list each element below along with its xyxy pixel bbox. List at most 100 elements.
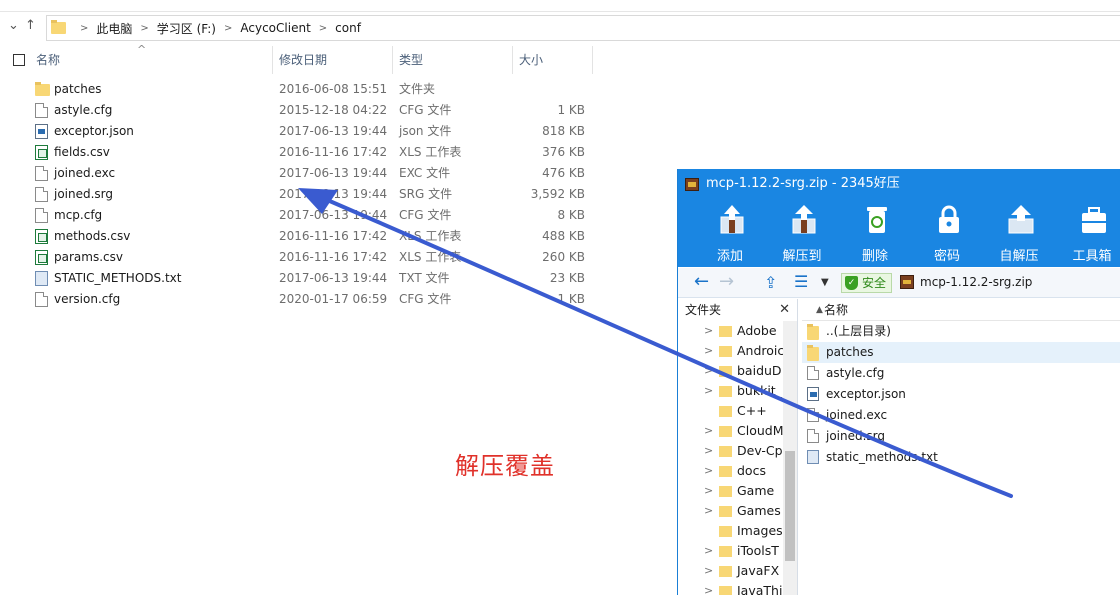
chevron-right-icon[interactable]: > [704, 481, 713, 501]
tree-item[interactable]: > baiduD [678, 361, 797, 381]
select-all-checkbox[interactable] [13, 54, 25, 66]
breadcrumb-acycoclient[interactable]: AcycoClient [240, 21, 310, 35]
password-button[interactable]: 密码 [917, 199, 977, 267]
chevron-right-icon[interactable]: > [704, 501, 713, 521]
column-date[interactable]: 修改日期 [273, 46, 393, 74]
tree-item[interactable]: > Game [678, 481, 797, 501]
tree-item[interactable]: > Games [678, 501, 797, 521]
file-size: 376 KB [542, 145, 585, 159]
up-arrow-icon[interactable]: ↑ [25, 18, 36, 33]
chevron-right-icon[interactable]: > [704, 381, 713, 401]
archive-row[interactable]: patches [802, 342, 1120, 363]
forward-arrow-icon[interactable]: → [719, 271, 734, 292]
column-type[interactable]: 类型 [393, 46, 513, 74]
file-row[interactable]: astyle.cfg 2015-12-18 04:22 CFG 文件 1 KB [30, 100, 600, 121]
chevron-down-icon[interactable]: ⌄ [8, 18, 19, 33]
file-row[interactable]: STATIC_METHODS.txt 2017-06-13 19:44 TXT … [30, 268, 600, 289]
self-extract-button[interactable]: 自解压 [989, 199, 1049, 267]
zip-app-icon [685, 178, 699, 191]
tree-item[interactable]: > CloudM [678, 421, 797, 441]
tree-scrollbar[interactable] [783, 321, 797, 595]
tree-item[interactable]: Images [678, 521, 797, 541]
chevron-right-icon[interactable]: > [704, 421, 713, 441]
chevron-right-icon[interactable]: > [704, 341, 713, 361]
add-archive-icon [720, 205, 744, 234]
delete-button[interactable]: 删除 [845, 199, 905, 267]
file-type: XLS 工作表 [399, 145, 462, 159]
zip-path-field[interactable]: mcp-1.12.2-srg.zip [920, 275, 1032, 289]
view-dropdown-icon[interactable]: ▼ [821, 277, 829, 288]
extract-to-button[interactable]: 解压到 [772, 199, 832, 267]
document-icon [807, 366, 819, 380]
toolbox-button[interactable]: 工具箱 [1062, 199, 1120, 267]
file-row[interactable]: mcp.cfg 2017-06-13 19:44 CFG 文件 8 KB [30, 205, 600, 226]
file-row[interactable]: joined.exc 2017-06-13 19:44 EXC 文件 476 K… [30, 163, 600, 184]
archive-row[interactable]: joined.exc [802, 405, 1120, 426]
file-size: 23 KB [549, 271, 585, 285]
zip-title-bar[interactable]: mcp-1.12.2-srg.zip - 2345好压 [678, 169, 1120, 199]
folder-icon [719, 366, 732, 377]
breadcrumb-drive[interactable]: 学习区 (F:) [157, 20, 216, 37]
file-date: 2020-01-17 06:59 [279, 292, 388, 306]
file-row[interactable]: version.cfg 2020-01-17 06:59 CFG 文件 1 KB [30, 289, 600, 310]
close-icon[interactable]: ✕ [779, 299, 790, 321]
zip-window: mcp-1.12.2-srg.zip - 2345好压 添加 解压到 删除 密码… [677, 169, 1120, 595]
archive-row[interactable]: astyle.cfg [802, 363, 1120, 384]
safety-badge[interactable]: ✓ 安全 [841, 273, 893, 293]
spreadsheet-icon [35, 145, 48, 160]
up-folder-icon[interactable]: ⇪ [764, 273, 777, 292]
add-button[interactable]: 添加 [700, 199, 760, 267]
tree-item[interactable]: > iToolsT [678, 541, 797, 561]
file-row[interactable]: patches 2016-06-08 15:51 文件夹 [30, 79, 600, 100]
breadcrumb-this-pc[interactable]: 此电脑 [96, 20, 132, 37]
chevron-right-icon[interactable]: > [704, 541, 713, 561]
file-type: SRG 文件 [399, 187, 453, 201]
tree-item[interactable]: > Androic [678, 341, 797, 361]
archive-row[interactable]: joined.srg [802, 426, 1120, 447]
folder-icon [719, 586, 732, 595]
chevron-right-icon[interactable]: > [704, 581, 713, 595]
tree-item[interactable]: > Adobe [678, 321, 797, 341]
chevron-right-icon: > [318, 22, 328, 34]
address-bar[interactable]: > 此电脑 > 学习区 (F:) > AcycoClient > conf [46, 15, 1120, 41]
scrollbar-thumb[interactable] [785, 451, 795, 561]
column-name[interactable]: 名称 [30, 46, 273, 74]
folder-icon [719, 446, 732, 457]
column-size[interactable]: 大小 [513, 46, 593, 74]
folder-icon [719, 486, 732, 497]
archive-row[interactable]: exceptor.json [802, 384, 1120, 405]
archive-row[interactable]: static_methods.txt [802, 447, 1120, 468]
archive-row-parent[interactable]: ..(上层目录) [802, 321, 1120, 342]
tree-item[interactable]: > Dev-Cp [678, 441, 797, 461]
file-row[interactable]: fields.csv 2016-11-16 17:42 XLS 工作表 376 … [30, 142, 600, 163]
tree-item[interactable]: > JavaThi [678, 581, 797, 595]
chevron-right-icon[interactable]: > [704, 441, 713, 461]
file-size: 476 KB [542, 166, 585, 180]
chevron-right-icon[interactable]: > [704, 361, 713, 381]
folder-icon [719, 526, 732, 537]
tree-item[interactable]: C++ [678, 401, 797, 421]
tree-item[interactable]: > bukkit_ [678, 381, 797, 401]
file-type: EXC 文件 [399, 166, 451, 180]
view-list-icon[interactable]: ☰ [794, 272, 808, 291]
tree-item[interactable]: > JavaFX [678, 561, 797, 581]
chevron-right-icon[interactable]: > [704, 461, 713, 481]
breadcrumb-conf[interactable]: conf [335, 21, 361, 35]
document-icon [35, 208, 48, 223]
folder-icon [35, 82, 50, 96]
archive-column-header[interactable]: ▲ 名称 [802, 299, 1120, 321]
back-arrow-icon[interactable]: ← [694, 271, 709, 292]
text-file-icon [35, 271, 48, 286]
file-row[interactable]: params.csv 2016-11-16 17:42 XLS 工作表 260 … [30, 247, 600, 268]
tree-item[interactable]: > docs [678, 461, 797, 481]
chevron-right-icon: > [224, 22, 233, 34]
folder-icon [719, 386, 732, 397]
file-name: methods.csv [54, 229, 131, 243]
file-row[interactable]: joined.srg 2017-06-13 19:44 SRG 文件 3,592… [30, 184, 600, 205]
json-file-icon [35, 124, 48, 139]
chevron-right-icon[interactable]: > [704, 561, 713, 581]
file-row[interactable]: methods.csv 2016-11-16 17:42 XLS 工作表 488… [30, 226, 600, 247]
chevron-right-icon[interactable]: > [704, 321, 713, 341]
folder-icon [719, 406, 732, 417]
file-row[interactable]: exceptor.json 2017-06-13 19:44 json 文件 8… [30, 121, 600, 142]
